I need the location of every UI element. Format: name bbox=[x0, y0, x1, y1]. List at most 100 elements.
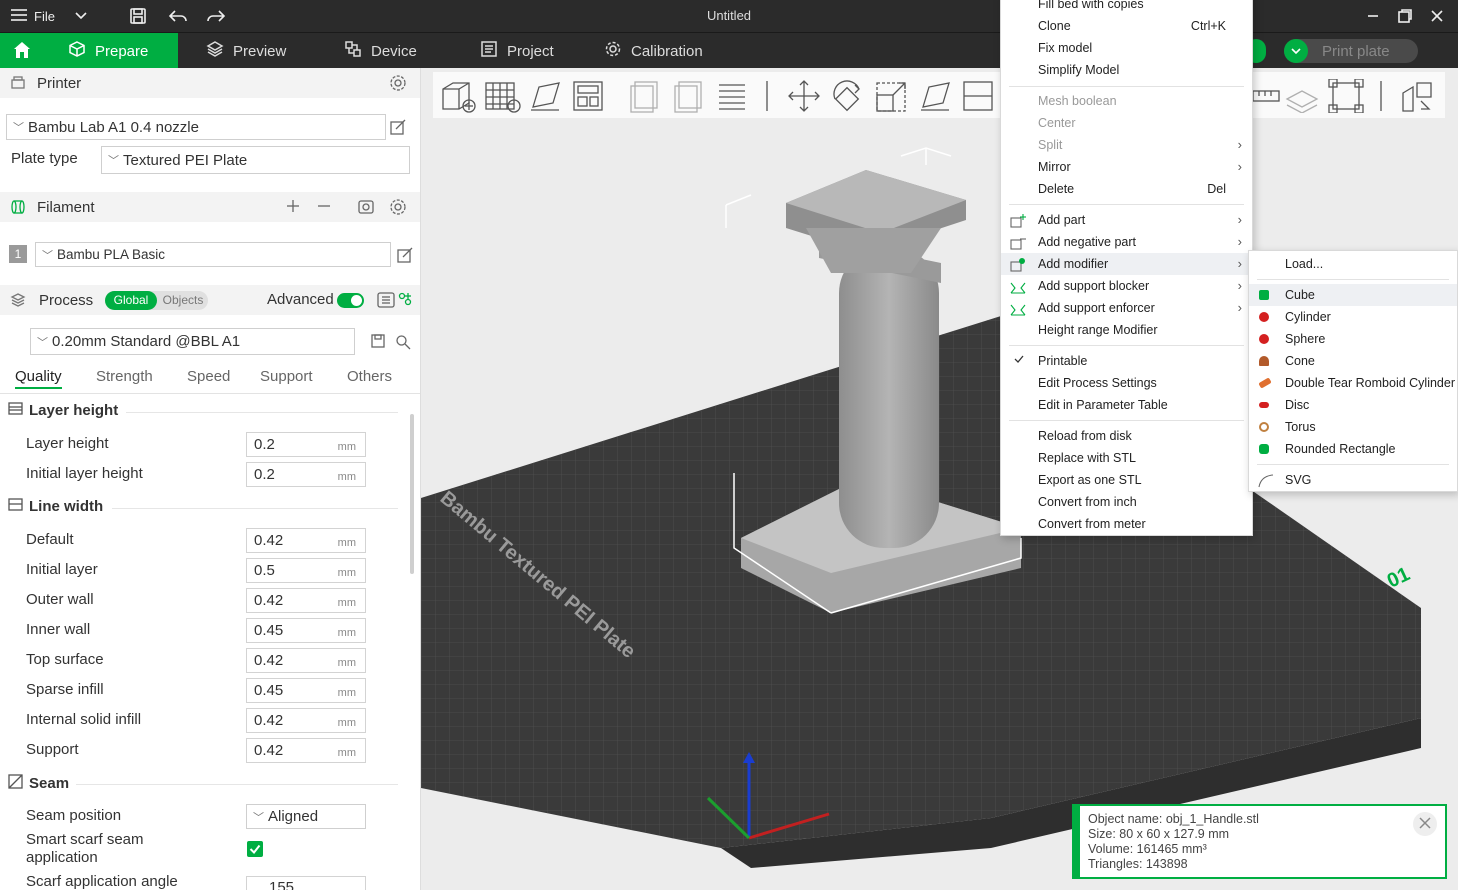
move-icon[interactable] bbox=[785, 79, 823, 116]
filament-select[interactable]: ﹀ Bambu PLA Basic bbox=[35, 242, 391, 267]
menu-item-convert-from-meter[interactable]: Convert from meter bbox=[1001, 513, 1252, 535]
menu-item-fix-model[interactable]: Fix model bbox=[1001, 37, 1252, 59]
add-filament-icon[interactable] bbox=[285, 198, 301, 217]
add-plate-icon[interactable] bbox=[483, 79, 521, 116]
menu-item-simplify-model[interactable]: Simplify Model bbox=[1001, 59, 1252, 81]
menu-item-convert-from-inch[interactable]: Convert from inch bbox=[1001, 491, 1252, 513]
tab-project[interactable]: Project bbox=[468, 33, 566, 69]
toggle-objects[interactable]: Objects bbox=[160, 291, 206, 310]
save-icon[interactable] bbox=[126, 0, 150, 32]
cut-icon[interactable] bbox=[961, 79, 995, 116]
seam-position-select[interactable]: ﹀ Aligned bbox=[246, 804, 366, 829]
initial-layer-height-field[interactable]: 0.2 mm bbox=[246, 462, 366, 487]
remove-filament-icon[interactable] bbox=[316, 198, 332, 217]
layers-list-icon[interactable] bbox=[715, 79, 749, 116]
submenu-item-load[interactable]: Load... bbox=[1249, 253, 1457, 275]
menu-item-split[interactable]: Split › bbox=[1001, 134, 1252, 156]
line-width-initial-field[interactable]: 0.5 mm bbox=[246, 558, 366, 583]
menu-item-center[interactable]: Center bbox=[1001, 112, 1252, 134]
tab-preview[interactable]: Preview bbox=[194, 33, 298, 69]
close-window-icon[interactable] bbox=[1424, 0, 1450, 32]
assembly-icon[interactable] bbox=[1283, 79, 1321, 116]
menu-item-replace-with-stl[interactable]: Replace with STL bbox=[1001, 447, 1252, 469]
menu-item-edit-parameter-table[interactable]: Edit in Parameter Table bbox=[1001, 394, 1252, 416]
menu-item-clone[interactable]: Clone Ctrl+K bbox=[1001, 15, 1252, 37]
line-width-top-surface-field[interactable]: 0.42 mm bbox=[246, 648, 366, 673]
menu-item-mesh-boolean[interactable]: Mesh boolean bbox=[1001, 90, 1252, 112]
filament-slot-badge[interactable]: 1 bbox=[9, 245, 27, 263]
filament-sync-icon[interactable] bbox=[357, 198, 375, 219]
split-objects-icon[interactable] bbox=[1399, 79, 1437, 116]
file-menu-button[interactable]: File bbox=[10, 0, 58, 32]
scale-icon[interactable] bbox=[873, 79, 911, 116]
menu-item-reload-from-disk[interactable]: Reload from disk bbox=[1001, 425, 1252, 447]
sidebar-scrollbar[interactable] bbox=[410, 414, 414, 574]
redo-icon[interactable] bbox=[204, 0, 228, 32]
menu-item-fill-bed[interactable]: Fill bed with copies bbox=[1001, 0, 1252, 15]
tab-device[interactable]: Device bbox=[332, 33, 429, 69]
compare-icon[interactable] bbox=[398, 292, 412, 309]
process-profile-select[interactable]: ﹀ 0.20mm Standard @BBL A1 bbox=[30, 328, 355, 355]
line-width-inner-wall-field[interactable]: 0.45 mm bbox=[246, 618, 366, 643]
print-plate-button[interactable]: Print plate bbox=[1284, 39, 1418, 63]
close-info-button[interactable] bbox=[1413, 812, 1437, 836]
menu-item-export-as-one-stl[interactable]: Export as one STL bbox=[1001, 469, 1252, 491]
edit-printer-icon[interactable] bbox=[390, 119, 406, 138]
smart-scarf-checkbox[interactable] bbox=[247, 841, 263, 857]
fit-view-icon[interactable] bbox=[1327, 78, 1365, 116]
printer-select[interactable]: ﹀ Bambu Lab A1 0.4 nozzle bbox=[6, 114, 386, 140]
tab-calibration[interactable]: Calibration bbox=[592, 33, 715, 69]
tab-prepare[interactable]: Prepare bbox=[44, 33, 178, 69]
printer-settings-gear-icon[interactable] bbox=[389, 74, 407, 95]
tab-quality[interactable]: Quality bbox=[15, 368, 62, 389]
line-width-outer-wall-field[interactable]: 0.42 mm bbox=[246, 588, 366, 613]
menu-item-add-modifier[interactable]: Add modifier › bbox=[1001, 253, 1252, 275]
advanced-toggle[interactable] bbox=[337, 293, 364, 308]
measure-icon[interactable] bbox=[1251, 79, 1281, 116]
submenu-item-double-tear-romboid-cylinder[interactable]: Double Tear Romboid Cylinder bbox=[1249, 372, 1457, 394]
submenu-item-torus[interactable]: Torus bbox=[1249, 416, 1457, 438]
tab-speed[interactable]: Speed bbox=[187, 368, 230, 385]
plate-type-select[interactable]: ﹀ Textured PEI Plate bbox=[101, 146, 410, 174]
line-width-default-field[interactable]: 0.42 mm bbox=[246, 528, 366, 553]
scarf-angle-field[interactable]: 155 bbox=[246, 876, 366, 890]
menu-item-mirror[interactable]: Mirror › bbox=[1001, 156, 1252, 178]
line-width-sparse-infill-field[interactable]: 0.45 mm bbox=[246, 678, 366, 703]
menu-item-add-negative-part[interactable]: Add negative part › bbox=[1001, 231, 1252, 253]
tab-strength[interactable]: Strength bbox=[96, 368, 153, 385]
global-objects-toggle[interactable]: Global Objects bbox=[105, 291, 208, 310]
toggle-global[interactable]: Global bbox=[105, 291, 157, 310]
search-icon[interactable] bbox=[395, 334, 411, 353]
tab-others[interactable]: Others bbox=[347, 368, 392, 385]
submenu-item-sphere[interactable]: Sphere bbox=[1249, 328, 1457, 350]
menu-item-height-range-modifier[interactable]: Height range Modifier bbox=[1001, 319, 1252, 341]
menu-item-printable[interactable]: Printable bbox=[1001, 350, 1252, 372]
maximize-icon[interactable] bbox=[1392, 0, 1418, 32]
menu-item-delete[interactable]: Delete Del bbox=[1001, 178, 1252, 200]
lay-on-face-icon[interactable] bbox=[917, 79, 955, 116]
filament-settings-gear-icon[interactable] bbox=[389, 198, 407, 219]
layer-height-field[interactable]: 0.2 mm bbox=[246, 432, 366, 457]
print-dropdown-icon[interactable] bbox=[1284, 39, 1308, 63]
minimize-icon[interactable] bbox=[1360, 0, 1386, 32]
submenu-item-cylinder[interactable]: Cylinder bbox=[1249, 306, 1457, 328]
chevron-down-icon[interactable] bbox=[70, 0, 92, 32]
submenu-item-disc[interactable]: Disc bbox=[1249, 394, 1457, 416]
paste-icon[interactable] bbox=[671, 79, 705, 116]
line-width-support-field[interactable]: 0.42 mm bbox=[246, 738, 366, 763]
auto-orient-icon[interactable] bbox=[527, 79, 565, 116]
home-button[interactable] bbox=[0, 33, 44, 69]
arrange-icon[interactable] bbox=[571, 79, 605, 116]
menu-item-add-support-enforcer[interactable]: Add support enforcer › bbox=[1001, 297, 1252, 319]
menu-item-add-part[interactable]: Add part › bbox=[1001, 209, 1252, 231]
tab-support[interactable]: Support bbox=[260, 368, 313, 385]
menu-item-add-support-blocker[interactable]: Add support blocker › bbox=[1001, 275, 1252, 297]
add-object-icon[interactable] bbox=[439, 79, 477, 116]
submenu-item-cone[interactable]: Cone bbox=[1249, 350, 1457, 372]
save-profile-icon[interactable] bbox=[371, 334, 385, 351]
copy-icon[interactable] bbox=[627, 79, 661, 116]
menu-item-edit-process-settings[interactable]: Edit Process Settings bbox=[1001, 372, 1252, 394]
submenu-item-svg[interactable]: SVG bbox=[1249, 469, 1457, 491]
line-width-internal-solid-infill-field[interactable]: 0.42 mm bbox=[246, 708, 366, 733]
submenu-item-cube[interactable]: Cube bbox=[1249, 284, 1457, 306]
